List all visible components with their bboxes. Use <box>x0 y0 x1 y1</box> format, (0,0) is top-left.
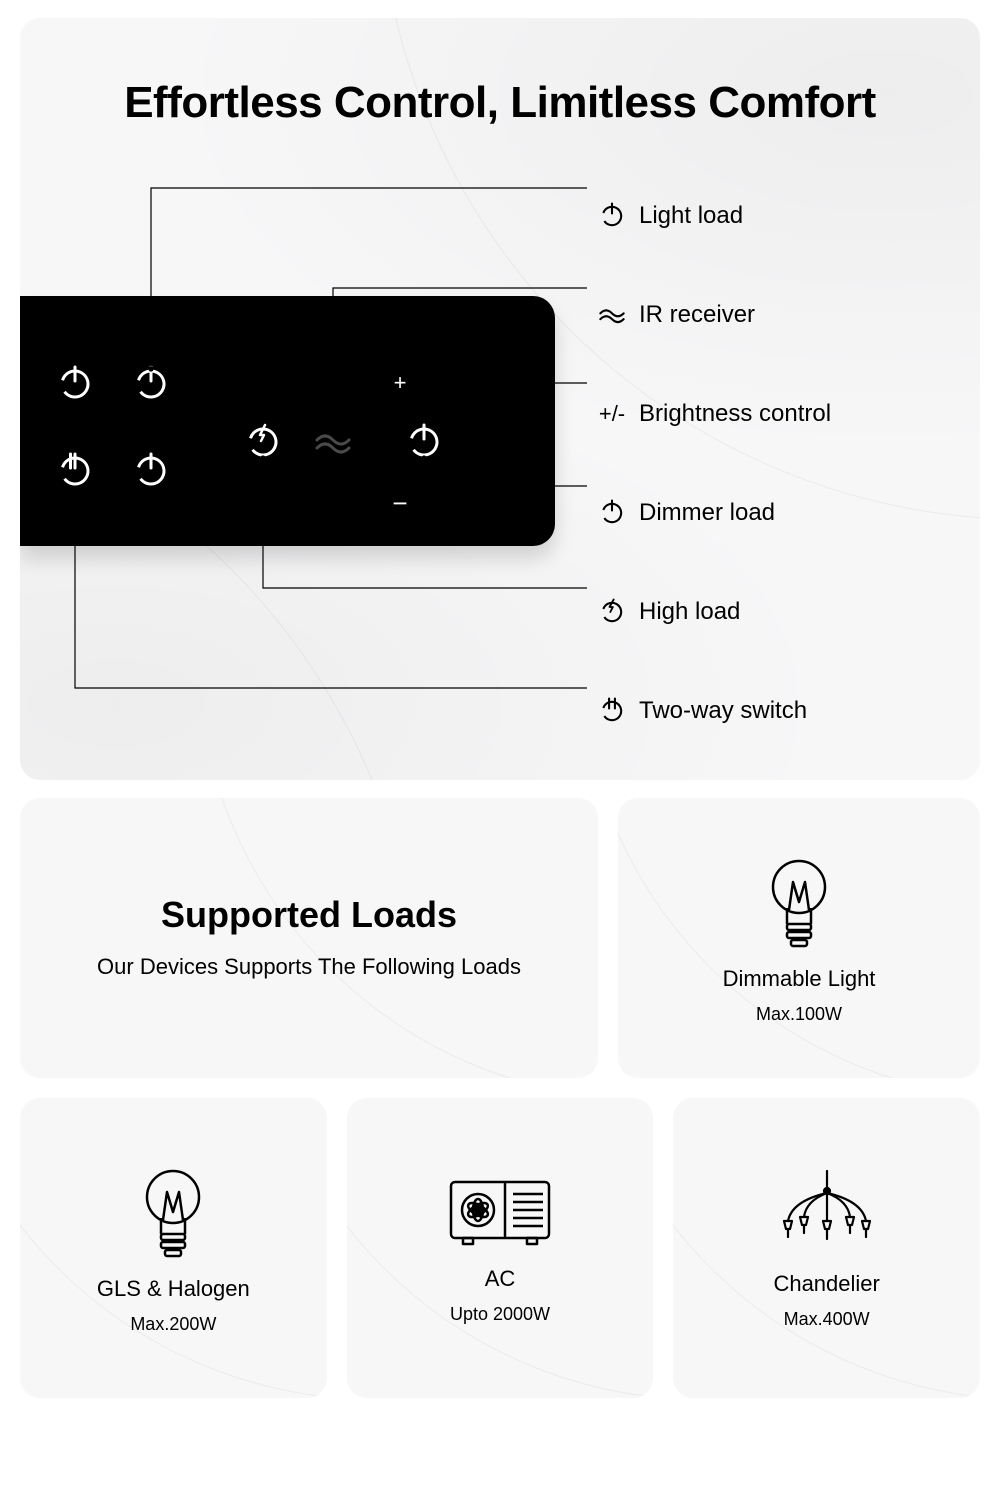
ac-icon <box>445 1172 555 1252</box>
callout-label: Light load <box>639 202 743 230</box>
callout-label: Dimmer load <box>639 499 775 527</box>
hero-title: Effortless Control, Limitless Comfort <box>20 18 980 128</box>
load-capacity: Max.100W <box>756 1004 842 1025</box>
power-icon <box>597 201 627 231</box>
bulb-icon <box>759 852 839 952</box>
callout-label: Two-way switch <box>639 697 807 725</box>
callout-high-load: High load <box>597 562 831 661</box>
two-way-power-icon <box>597 696 627 726</box>
hero-panel: Effortless Control, Limitless Comfort <box>20 18 980 780</box>
svg-text:−: − <box>392 488 407 518</box>
callout-light-load: Light load <box>597 166 831 265</box>
load-card-chandelier: Chandelier Max.400W <box>673 1098 980 1398</box>
load-label: Dimmable Light <box>723 966 876 992</box>
callout-brightness: +/- Brightness control <box>597 364 831 463</box>
load-capacity: Upto 2000W <box>450 1304 550 1325</box>
device-panel: + − <box>20 296 555 546</box>
load-capacity: Max.200W <box>130 1314 216 1335</box>
load-label: Chandelier <box>773 1271 879 1297</box>
supported-loads-intro-card: Supported Loads Our Devices Supports The… <box>20 798 598 1078</box>
callout-label: High load <box>639 598 740 626</box>
supported-loads-title: Supported Loads <box>161 894 457 936</box>
load-label: GLS & Halogen <box>97 1276 250 1302</box>
bulb-icon <box>133 1162 213 1262</box>
svg-text:+: + <box>394 370 407 395</box>
callout-two-way: Two-way switch <box>597 661 831 760</box>
supported-loads-subtitle: Our Devices Supports The Following Loads <box>97 952 521 983</box>
ir-receiver-icon <box>597 300 627 330</box>
callout-dimmer-load: Dimmer load <box>597 463 831 562</box>
callout-label: Brightness control <box>639 400 831 428</box>
load-card-ac: AC Upto 2000W <box>347 1098 654 1398</box>
callout-label: IR receiver <box>639 301 755 329</box>
load-label: AC <box>485 1266 516 1292</box>
load-card-gls: GLS & Halogen Max.200W <box>20 1098 327 1398</box>
callouts: Light load IR receiver +/- Brightness co… <box>597 166 831 760</box>
chandelier-icon <box>772 1167 882 1257</box>
power-bolt-icon <box>597 597 627 627</box>
plus-minus-icon: +/- <box>597 399 627 429</box>
power-icon <box>597 498 627 528</box>
load-card-dimmable: Dimmable Light Max.100W <box>618 798 980 1078</box>
callout-ir-receiver: IR receiver <box>597 265 831 364</box>
load-capacity: Max.400W <box>784 1309 870 1330</box>
supported-loads-grid: Supported Loads Our Devices Supports The… <box>20 798 980 1398</box>
